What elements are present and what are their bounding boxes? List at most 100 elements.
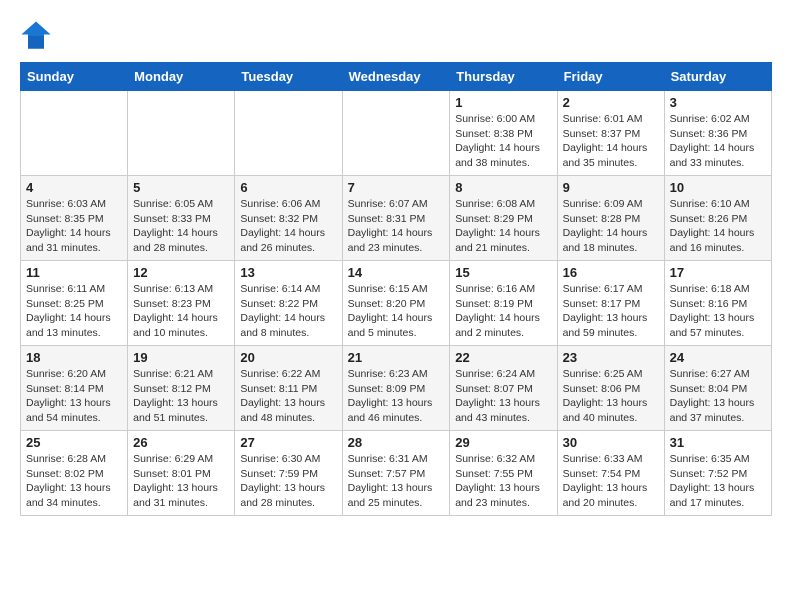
day-number: 19 <box>133 350 229 365</box>
calendar-cell: 25 Sunrise: 6:28 AM Sunset: 8:02 PM Dayli… <box>21 431 128 516</box>
day-info: Sunrise: 6:20 AM Sunset: 8:14 PM Dayligh… <box>26 367 122 426</box>
calendar-week-row: 25 Sunrise: 6:28 AM Sunset: 8:02 PM Dayli… <box>21 431 772 516</box>
calendar-cell: 31 Sunrise: 6:35 AM Sunset: 7:52 PM Dayli… <box>664 431 771 516</box>
calendar-cell: 29Sunrise: 6:32 AM Sunset: 7:55 PM Dayli… <box>450 431 557 516</box>
calendar-cell: 27 Sunrise: 6:30 AM Sunset: 7:59 PM Dayli… <box>235 431 342 516</box>
day-info: Sunrise: 6:00 AM Sunset: 8:38 PM Dayligh… <box>455 112 551 171</box>
calendar-cell: 15 Sunrise: 6:16 AM Sunset: 8:19 PM Dayli… <box>450 261 557 346</box>
day-number: 10 <box>670 180 766 195</box>
page-header <box>20 20 772 52</box>
day-number: 5 <box>133 180 229 195</box>
day-number: 26 <box>133 435 229 450</box>
day-number: 9 <box>563 180 659 195</box>
weekday-header-monday: Monday <box>128 63 235 91</box>
day-number: 8 <box>455 180 551 195</box>
day-number: 29 <box>455 435 551 450</box>
day-info: Sunrise: 6:14 AM Sunset: 8:22 PM Dayligh… <box>240 282 336 341</box>
calendar-cell: 30Sunrise: 6:33 AM Sunset: 7:54 PM Dayli… <box>557 431 664 516</box>
day-number: 12 <box>133 265 229 280</box>
day-number: 25 <box>26 435 122 450</box>
day-info: Sunrise: 6:05 AM Sunset: 8:33 PM Dayligh… <box>133 197 229 256</box>
day-number: 23 <box>563 350 659 365</box>
calendar-cell: 2Sunrise: 6:01 AM Sunset: 8:37 PM Daylig… <box>557 91 664 176</box>
day-number: 27 <box>240 435 336 450</box>
day-number: 11 <box>26 265 122 280</box>
weekday-header-tuesday: Tuesday <box>235 63 342 91</box>
day-number: 16 <box>563 265 659 280</box>
weekday-header-saturday: Saturday <box>664 63 771 91</box>
calendar-cell <box>128 91 235 176</box>
day-info: Sunrise: 6:09 AM Sunset: 8:28 PM Dayligh… <box>563 197 659 256</box>
calendar-cell: 24 Sunrise: 6:27 AM Sunset: 8:04 PM Dayli… <box>664 346 771 431</box>
day-number: 31 <box>670 435 766 450</box>
day-number: 6 <box>240 180 336 195</box>
calendar-week-row: 4 Sunrise: 6:03 AM Sunset: 8:35 PM Daylig… <box>21 176 772 261</box>
day-number: 2 <box>563 95 659 110</box>
calendar-cell: 28Sunrise: 6:31 AM Sunset: 7:57 PM Dayli… <box>342 431 450 516</box>
calendar-cell: 6Sunrise: 6:06 AM Sunset: 8:32 PM Daylig… <box>235 176 342 261</box>
day-info: Sunrise: 6:22 AM Sunset: 8:11 PM Dayligh… <box>240 367 336 426</box>
day-number: 21 <box>348 350 445 365</box>
day-info: Sunrise: 6:27 AM Sunset: 8:04 PM Dayligh… <box>670 367 766 426</box>
calendar-cell: 14 Sunrise: 6:15 AM Sunset: 8:20 PM Dayli… <box>342 261 450 346</box>
day-number: 4 <box>26 180 122 195</box>
calendar-cell: 9 Sunrise: 6:09 AM Sunset: 8:28 PM Daylig… <box>557 176 664 261</box>
day-info: Sunrise: 6:33 AM Sunset: 7:54 PM Dayligh… <box>563 452 659 511</box>
logo <box>20 20 56 52</box>
calendar-cell: 21 Sunrise: 6:23 AM Sunset: 8:09 PM Dayli… <box>342 346 450 431</box>
day-number: 22 <box>455 350 551 365</box>
calendar-cell: 17 Sunrise: 6:18 AM Sunset: 8:16 PM Dayli… <box>664 261 771 346</box>
day-info: Sunrise: 6:25 AM Sunset: 8:06 PM Dayligh… <box>563 367 659 426</box>
calendar-cell <box>21 91 128 176</box>
day-info: Sunrise: 6:08 AM Sunset: 8:29 PM Dayligh… <box>455 197 551 256</box>
calendar-cell: 8 Sunrise: 6:08 AM Sunset: 8:29 PM Daylig… <box>450 176 557 261</box>
calendar-cell: 20 Sunrise: 6:22 AM Sunset: 8:11 PM Dayli… <box>235 346 342 431</box>
day-number: 13 <box>240 265 336 280</box>
day-number: 17 <box>670 265 766 280</box>
day-info: Sunrise: 6:18 AM Sunset: 8:16 PM Dayligh… <box>670 282 766 341</box>
weekday-header-thursday: Thursday <box>450 63 557 91</box>
day-info: Sunrise: 6:24 AM Sunset: 8:07 PM Dayligh… <box>455 367 551 426</box>
weekday-header-sunday: Sunday <box>21 63 128 91</box>
day-number: 14 <box>348 265 445 280</box>
day-number: 28 <box>348 435 445 450</box>
day-info: Sunrise: 6:21 AM Sunset: 8:12 PM Dayligh… <box>133 367 229 426</box>
calendar-week-row: 1 Sunrise: 6:00 AM Sunset: 8:38 PM Daylig… <box>21 91 772 176</box>
day-info: Sunrise: 6:30 AM Sunset: 7:59 PM Dayligh… <box>240 452 336 511</box>
calendar-cell: 26 Sunrise: 6:29 AM Sunset: 8:01 PM Dayli… <box>128 431 235 516</box>
day-number: 15 <box>455 265 551 280</box>
day-info: Sunrise: 6:03 AM Sunset: 8:35 PM Dayligh… <box>26 197 122 256</box>
calendar-cell: 5 Sunrise: 6:05 AM Sunset: 8:33 PM Daylig… <box>128 176 235 261</box>
calendar-cell: 11Sunrise: 6:11 AM Sunset: 8:25 PM Dayli… <box>21 261 128 346</box>
day-info: Sunrise: 6:16 AM Sunset: 8:19 PM Dayligh… <box>455 282 551 341</box>
calendar-cell <box>235 91 342 176</box>
calendar-cell <box>342 91 450 176</box>
day-number: 20 <box>240 350 336 365</box>
calendar-cell: 1 Sunrise: 6:00 AM Sunset: 8:38 PM Daylig… <box>450 91 557 176</box>
day-number: 24 <box>670 350 766 365</box>
calendar-cell: 23 Sunrise: 6:25 AM Sunset: 8:06 PM Dayli… <box>557 346 664 431</box>
day-number: 18 <box>26 350 122 365</box>
calendar-week-row: 11Sunrise: 6:11 AM Sunset: 8:25 PM Dayli… <box>21 261 772 346</box>
calendar-table: SundayMondayTuesdayWednesdayThursdayFrid… <box>20 62 772 516</box>
day-info: Sunrise: 6:02 AM Sunset: 8:36 PM Dayligh… <box>670 112 766 171</box>
day-number: 1 <box>455 95 551 110</box>
day-info: Sunrise: 6:13 AM Sunset: 8:23 PM Dayligh… <box>133 282 229 341</box>
calendar-cell: 19 Sunrise: 6:21 AM Sunset: 8:12 PM Dayli… <box>128 346 235 431</box>
calendar-week-row: 18 Sunrise: 6:20 AM Sunset: 8:14 PM Dayli… <box>21 346 772 431</box>
day-info: Sunrise: 6:35 AM Sunset: 7:52 PM Dayligh… <box>670 452 766 511</box>
day-info: Sunrise: 6:23 AM Sunset: 8:09 PM Dayligh… <box>348 367 445 426</box>
calendar-cell: 22 Sunrise: 6:24 AM Sunset: 8:07 PM Dayli… <box>450 346 557 431</box>
calendar-cell: 12 Sunrise: 6:13 AM Sunset: 8:23 PM Dayli… <box>128 261 235 346</box>
calendar-cell: 3 Sunrise: 6:02 AM Sunset: 8:36 PM Daylig… <box>664 91 771 176</box>
day-info: Sunrise: 6:28 AM Sunset: 8:02 PM Dayligh… <box>26 452 122 511</box>
day-info: Sunrise: 6:15 AM Sunset: 8:20 PM Dayligh… <box>348 282 445 341</box>
weekday-header-wednesday: Wednesday <box>342 63 450 91</box>
day-number: 7 <box>348 180 445 195</box>
calendar-cell: 7 Sunrise: 6:07 AM Sunset: 8:31 PM Daylig… <box>342 176 450 261</box>
calendar-cell: 13 Sunrise: 6:14 AM Sunset: 8:22 PM Dayli… <box>235 261 342 346</box>
day-info: Sunrise: 6:29 AM Sunset: 8:01 PM Dayligh… <box>133 452 229 511</box>
day-number: 3 <box>670 95 766 110</box>
logo-icon <box>20 20 52 52</box>
day-info: Sunrise: 6:07 AM Sunset: 8:31 PM Dayligh… <box>348 197 445 256</box>
